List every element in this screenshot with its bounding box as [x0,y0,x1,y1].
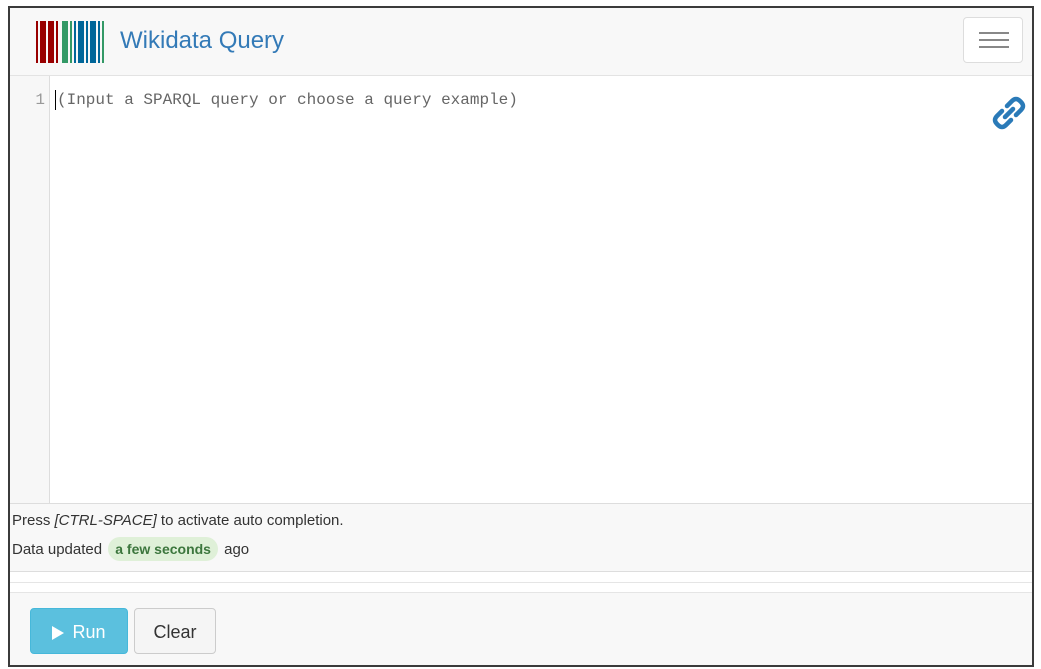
navbar: Wikidata Query [10,8,1032,76]
hamburger-menu-icon-bar [979,46,1009,48]
action-bar: Run Clear [10,592,1032,665]
updated-prefix: Data updated [12,541,103,558]
updated-time-badge: a few seconds [108,537,218,561]
status-area: Press [CTRL-SPACE] to activate auto comp… [10,504,1032,572]
hamburger-menu-icon [979,32,1009,34]
data-updated-status: Data updated a few seconds ago [12,537,249,562]
line-number-gutter: 1 [10,76,50,503]
wikidata-logo[interactable] [36,21,108,63]
hint-suffix: to activate auto completion. [156,512,344,529]
text-cursor [55,90,56,110]
clear-button[interactable]: Clear [134,608,216,654]
query-app-frame: Wikidata Query 1 (Input a SPARQL query o… [8,6,1034,667]
play-icon [52,626,65,640]
hint-shortcut: [CTRL-SPACE] [54,512,157,529]
link-icon[interactable] [992,96,1026,130]
run-label: Run [72,622,106,642]
line-number: 1 [35,91,45,109]
autocomplete-hint: Press [CTRL-SPACE] to activate auto comp… [12,512,344,530]
hint-prefix: Press [12,512,55,529]
menu-toggle-button[interactable] [963,17,1023,63]
updated-suffix: ago [224,541,250,558]
hamburger-menu-icon-bar [979,39,1009,41]
divider [10,582,1032,583]
brand-title[interactable]: Wikidata Query [120,26,284,56]
sparql-editor[interactable]: 1 (Input a SPARQL query or choose a quer… [10,76,1032,504]
run-button[interactable]: Run [30,608,128,654]
editor-placeholder: (Input a SPARQL query or choose a query … [57,91,518,109]
